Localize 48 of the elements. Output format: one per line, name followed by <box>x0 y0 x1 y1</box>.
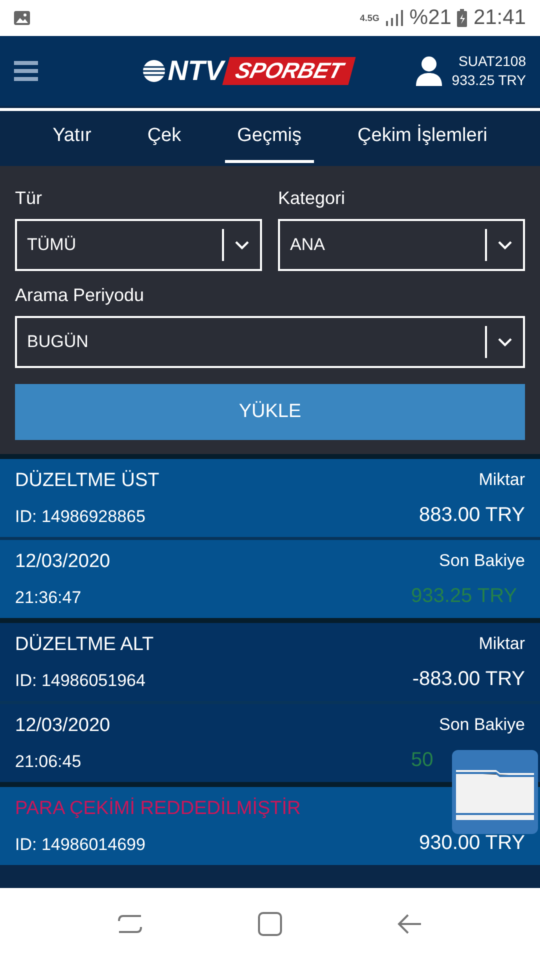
transaction-id: ID: 14986014699 <box>15 835 146 855</box>
transaction-id: ID: 14986051964 <box>15 671 146 691</box>
tab[interactable]: Çek <box>135 111 194 163</box>
menu-icon[interactable] <box>14 59 38 83</box>
tab[interactable]: Çekim İşlemleri <box>346 111 500 163</box>
chevron-down-icon <box>235 240 249 250</box>
transaction-type: DÜZELTME ALT <box>15 634 154 656</box>
clock: 21:41 <box>473 6 526 30</box>
balance-label: Son Bakiye <box>439 551 525 571</box>
user-balance: 933.25 TRY <box>452 71 526 90</box>
globe-icon <box>142 59 166 83</box>
dropdown[interactable]: ANA <box>278 219 525 271</box>
amount: 883.00 TRY <box>418 504 525 527</box>
transaction-type: PARA ÇEKİMİ REDDEDİLMİŞTİR <box>15 798 301 820</box>
field-label: Tür <box>15 188 43 209</box>
amount-label: Miktar <box>478 470 525 490</box>
balance-amount: 933.25 TRY <box>411 585 518 608</box>
field-label: Arama Periyodu <box>15 285 146 306</box>
chevron-down-icon <box>498 240 512 250</box>
transaction-time: 21:36:47 <box>15 588 82 608</box>
network-type: 4.5G <box>360 13 380 23</box>
transaction-type: DÜZELTME ÜST <box>15 470 160 492</box>
home-icon[interactable] <box>257 911 283 937</box>
username: SUAT2108 <box>458 52 526 71</box>
dropdown[interactable]: TÜMÜ <box>15 219 262 271</box>
load-button[interactable]: YÜKLE <box>15 384 525 440</box>
image-icon <box>14 11 30 25</box>
chevron-down-icon <box>498 338 512 346</box>
battery-percent: %21 <box>409 6 452 30</box>
transaction-date: 12/03/2020 <box>15 551 110 573</box>
transaction-date: 12/03/2020 <box>15 715 110 737</box>
balance-label: Son Bakiye <box>439 715 525 735</box>
balance-amount: 50 <box>411 749 434 772</box>
amount: 930.00 TRY <box>418 832 525 855</box>
amount: -883.00 TRY <box>412 668 525 691</box>
dropdown[interactable]: BUGÜN <box>15 316 525 368</box>
recents-icon[interactable] <box>117 912 143 936</box>
field-label: Kategori <box>278 188 346 209</box>
floating-widget[interactable] <box>452 750 538 834</box>
signal-icon <box>385 10 404 26</box>
tab[interactable]: Yatır <box>40 111 104 163</box>
battery-icon <box>457 9 468 27</box>
transaction-time: 21:06:45 <box>15 752 82 772</box>
back-icon[interactable] <box>397 913 423 935</box>
user-icon[interactable] <box>416 56 442 86</box>
amount-label: Miktar <box>478 634 525 654</box>
tab[interactable]: Geçmiş <box>225 111 314 163</box>
transaction-id: ID: 14986928865 <box>15 507 146 527</box>
